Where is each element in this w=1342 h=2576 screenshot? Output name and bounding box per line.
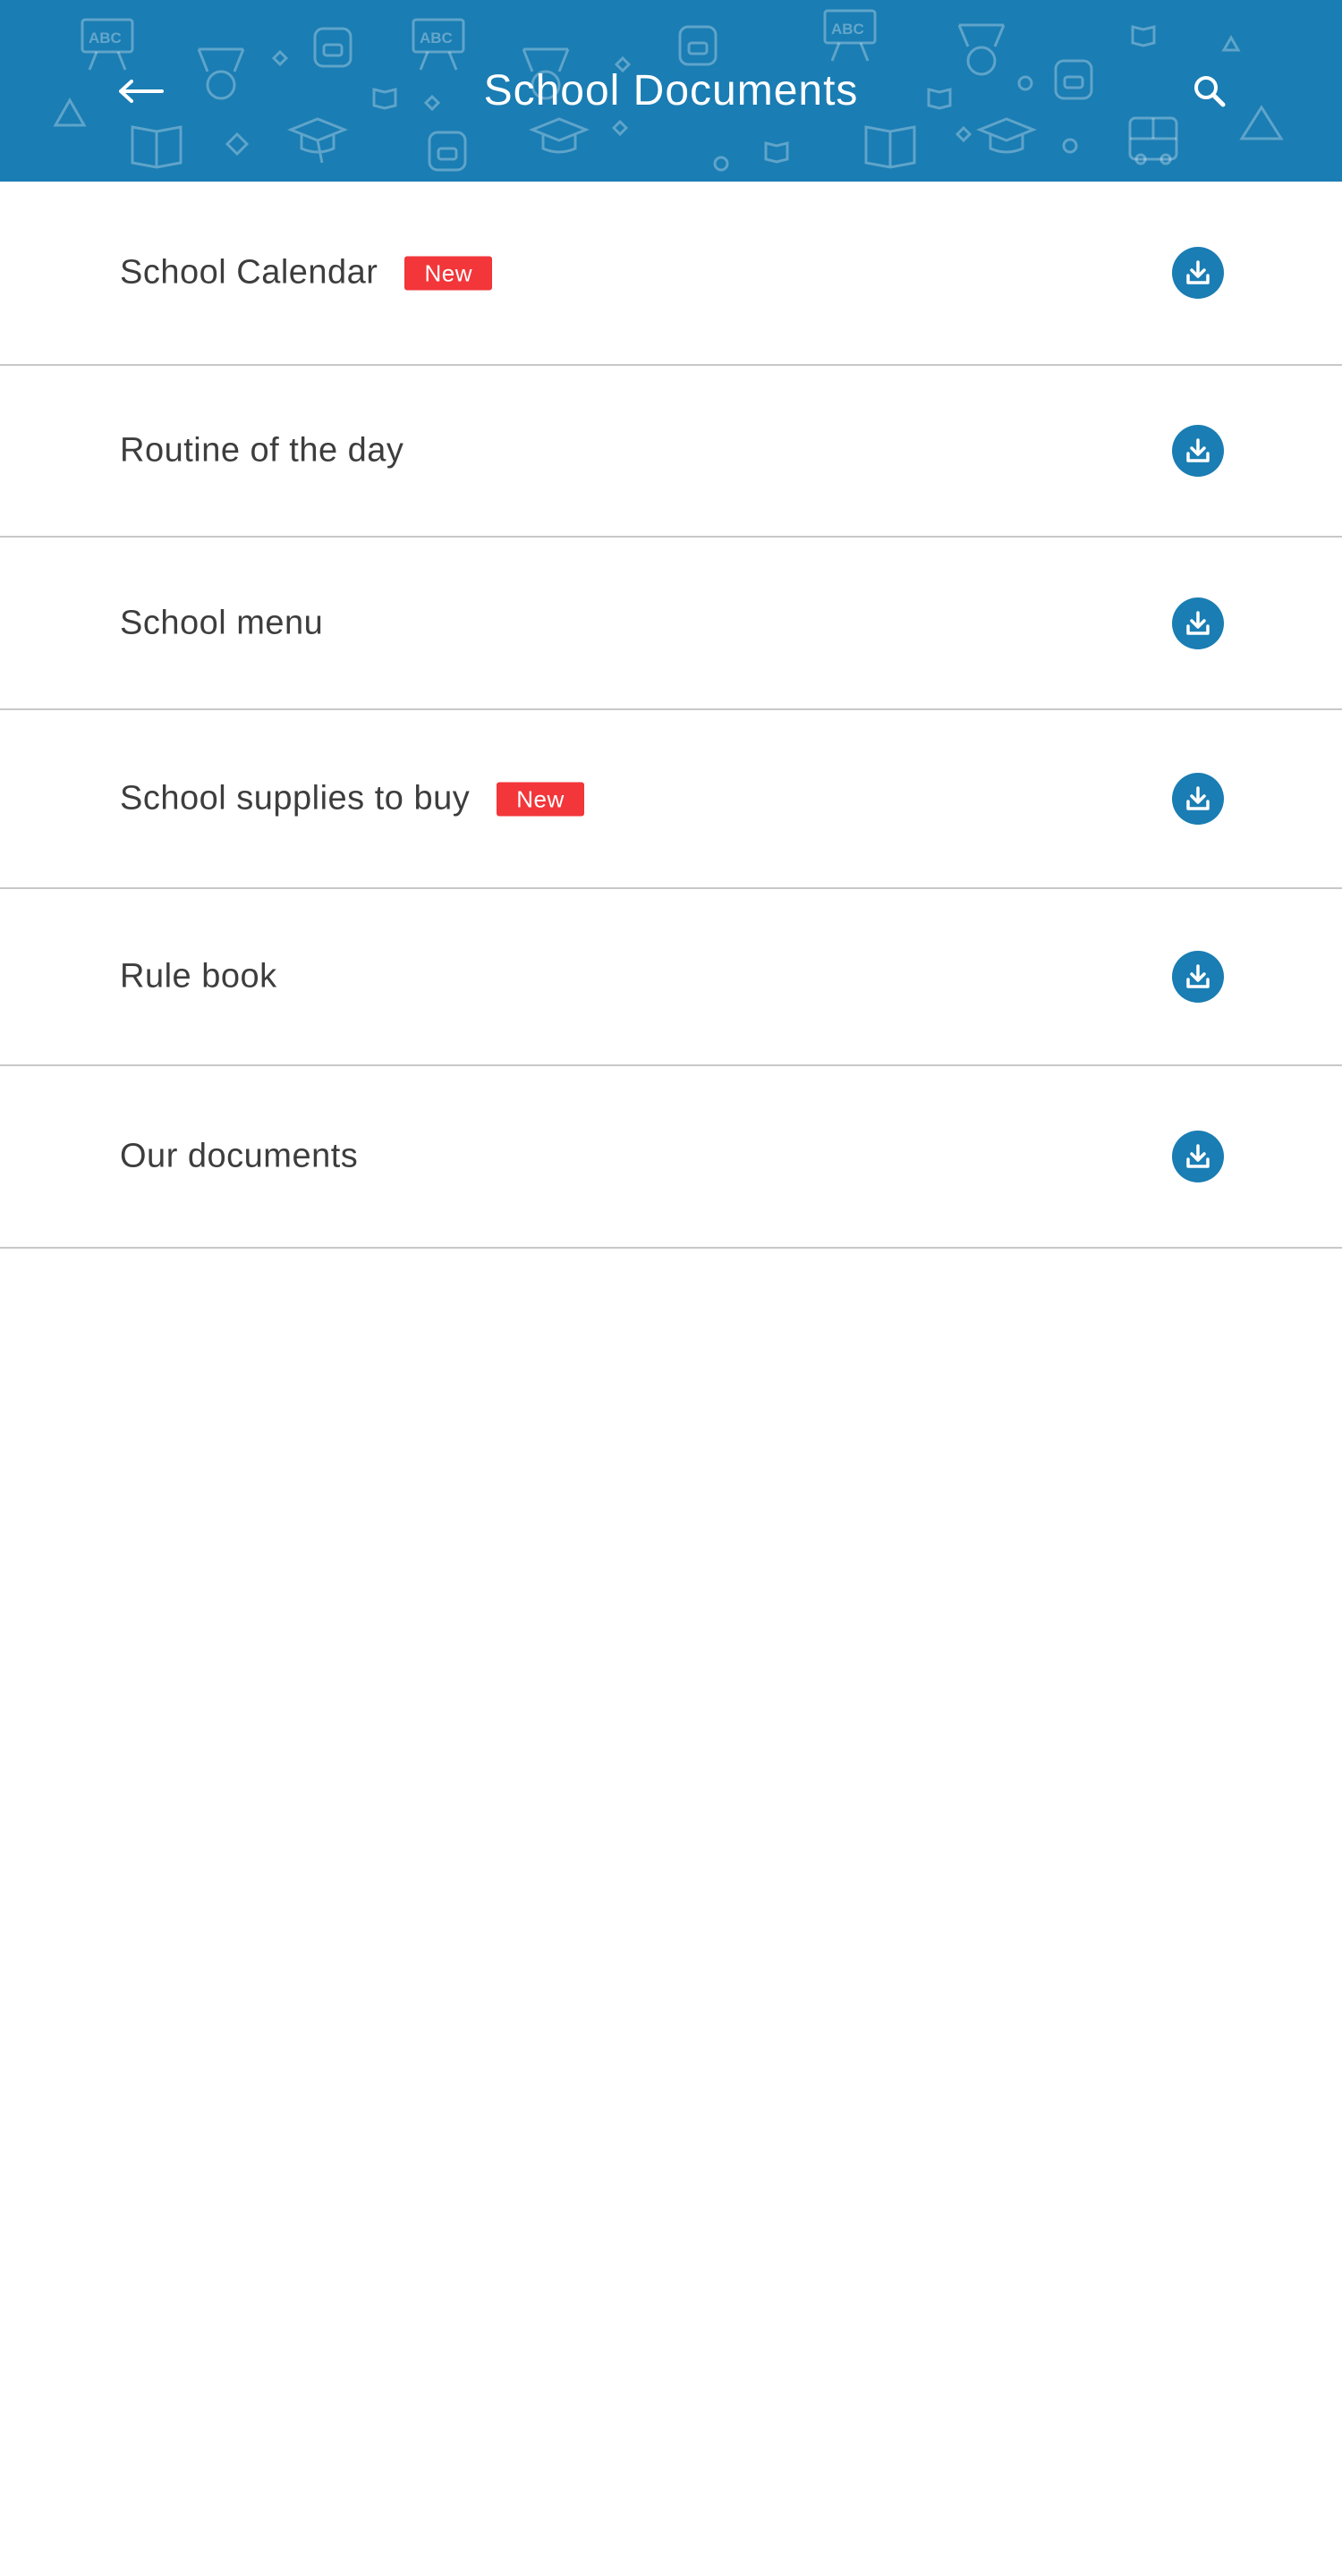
- download-button[interactable]: [1172, 425, 1224, 477]
- diamond-shape: [271, 49, 289, 67]
- document-label: School menu: [120, 604, 324, 641]
- backpack-icon: [678, 25, 718, 66]
- document-label: Routine of the day: [120, 431, 404, 470]
- triangle-shape: [1221, 34, 1241, 52]
- backpack-icon: [428, 131, 467, 172]
- school-pattern-background: ABC ABC ABC: [53, 9, 1284, 172]
- document-row-routine-of-the-day[interactable]: Routine of the day: [0, 366, 1342, 538]
- medal-icon: [522, 47, 570, 100]
- bus-icon: [1128, 116, 1178, 165]
- document-label: Our documents: [120, 1137, 359, 1175]
- new-badge: New: [404, 256, 492, 290]
- download-icon: [1186, 1144, 1210, 1168]
- diamond-shape: [225, 131, 250, 157]
- open-book-icon: [131, 125, 183, 169]
- download-button[interactable]: [1172, 1131, 1224, 1182]
- arrow-left-icon: [119, 80, 164, 103]
- document-label: School supplies to buy: [120, 779, 471, 818]
- chalkboard-icon: ABC: [81, 18, 134, 71]
- new-badge: New: [497, 782, 584, 816]
- download-button[interactable]: [1172, 773, 1224, 825]
- medal-icon: [957, 23, 1006, 76]
- graduation-cap-icon: [975, 117, 1038, 154]
- documents-list: School Calendar New Routine of the day S…: [0, 182, 1342, 1249]
- download-button[interactable]: [1172, 951, 1224, 1003]
- circle-shape: [1062, 138, 1078, 154]
- download-icon: [1186, 438, 1210, 462]
- document-label: Rule book: [120, 957, 277, 996]
- download-icon: [1186, 610, 1210, 635]
- document-row-our-documents[interactable]: Our documents: [0, 1066, 1342, 1249]
- document-row-rule-book[interactable]: Rule book: [0, 889, 1342, 1066]
- document-label: School Calendar: [120, 253, 378, 292]
- diamond-shape: [423, 94, 441, 112]
- document-row-school-menu[interactable]: School menu: [0, 538, 1342, 710]
- svg-text:ABC: ABC: [831, 21, 864, 38]
- chalkboard-icon: ABC: [823, 9, 877, 62]
- diamond-shape: [611, 119, 629, 137]
- diamond-shape: [955, 125, 973, 143]
- backpack-icon: [313, 27, 352, 68]
- medal-icon: [197, 47, 245, 100]
- download-button[interactable]: [1172, 247, 1224, 299]
- open-book-icon: [372, 25, 1156, 164]
- graduation-cap-icon: [286, 117, 349, 164]
- document-row-school-calendar[interactable]: School Calendar New: [0, 182, 1342, 366]
- svg-text:ABC: ABC: [89, 30, 122, 47]
- back-button[interactable]: [115, 64, 168, 118]
- search-button[interactable]: [1183, 64, 1236, 118]
- download-button[interactable]: [1172, 597, 1224, 649]
- graduation-cap-icon: [528, 117, 590, 154]
- circle-shape: [1017, 75, 1033, 91]
- backpack-icon: [1054, 59, 1093, 100]
- document-row-school-supplies[interactable]: School supplies to buy New: [0, 710, 1342, 889]
- chalkboard-icon: ABC: [412, 18, 465, 71]
- diamond-shape: [614, 55, 632, 73]
- search-icon: [1194, 76, 1226, 107]
- circle-shape: [713, 156, 729, 172]
- download-icon: [1186, 786, 1210, 810]
- download-icon: [1186, 964, 1210, 988]
- triangle-shape: [1239, 105, 1284, 140]
- app-header: ABC ABC ABC School Documents: [0, 0, 1342, 182]
- open-book-icon: [864, 125, 916, 169]
- download-icon: [1186, 260, 1210, 284]
- triangle-shape: [53, 97, 87, 127]
- svg-text:ABC: ABC: [420, 30, 453, 47]
